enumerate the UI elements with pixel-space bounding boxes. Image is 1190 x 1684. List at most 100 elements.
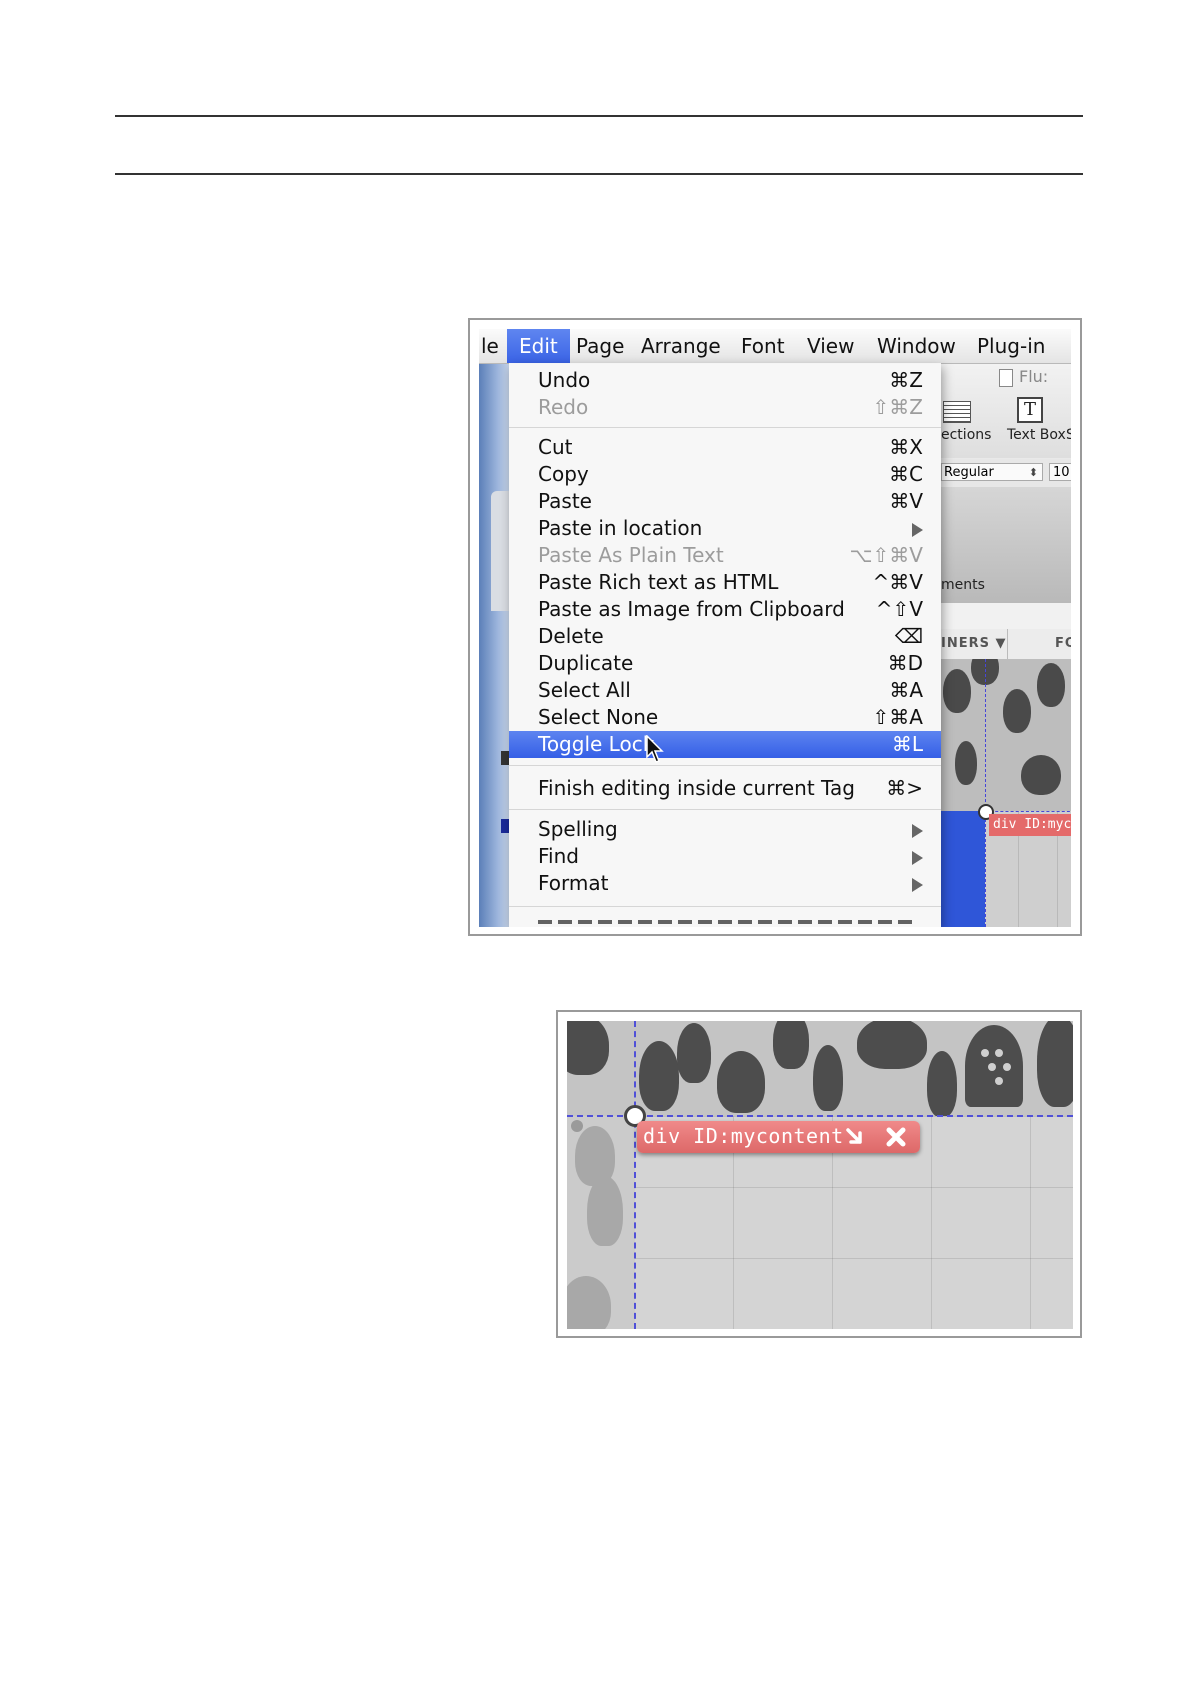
menu-plug-in[interactable]: Plug-in <box>977 333 1045 361</box>
menu-item-redo[interactable]: Redo ⇧⌘Z <box>509 394 941 421</box>
guide-vertical <box>985 659 986 927</box>
menu-item-shortcut: ⌘D <box>887 651 923 675</box>
menu-item-label: Format <box>538 871 609 895</box>
menu-item-paste[interactable]: Paste ⌘V <box>509 488 941 515</box>
text-box-icon[interactable]: T <box>1017 397 1043 423</box>
damask-pattern <box>941 659 1071 811</box>
menu-item-shortcut: ⌘C <box>889 462 923 486</box>
menu-separator <box>509 427 941 428</box>
pattern-leaf <box>1003 689 1031 733</box>
sections-button-label[interactable]: ections <box>941 427 991 443</box>
menu-font[interactable]: Font <box>741 333 785 361</box>
menu-item-format[interactable]: Format <box>509 870 941 897</box>
menu-page[interactable]: Page <box>576 333 624 361</box>
menu-item-label: Undo <box>538 368 591 392</box>
elements-label: ments <box>941 577 985 593</box>
menu-separator <box>509 765 941 766</box>
menu-separator <box>509 906 941 907</box>
menu-item-label: Select None <box>538 705 659 729</box>
edit-menu-dropdown: Undo ⌘Z Redo ⇧⌘Z Cut ⌘X Copy ⌘C Paste ⌘V… <box>509 363 941 927</box>
left-strip-mark <box>501 751 509 765</box>
submenu-arrow-icon <box>912 816 923 843</box>
screenshot-viewport: div ID:mycontent <box>567 1021 1073 1329</box>
menu-item-label: Spelling <box>538 817 618 841</box>
mouse-pointer-icon <box>646 735 664 763</box>
menu-item-shortcut: ⇧⌘Z <box>872 395 923 419</box>
menu-edit[interactable]: Edit <box>507 329 570 363</box>
pattern-leaf <box>567 1276 611 1329</box>
submenu-arrow-icon <box>912 843 923 870</box>
toolbar-extra-label[interactable]: S <box>1066 427 1071 443</box>
font-style-select[interactable]: Regular ⬍ <box>941 463 1043 481</box>
menu-item-shortcut: ⌘> <box>886 776 923 800</box>
pattern-leaf <box>813 1045 843 1111</box>
guide-horizontal <box>985 811 1071 812</box>
delete-key-icon: ⌫ <box>894 624 923 648</box>
menu-item-delete[interactable]: Delete ⌫ <box>509 623 941 650</box>
menu-item-paste-in-location[interactable]: Paste in location <box>509 515 941 542</box>
menu-item-toggle-lock[interactable]: Toggle Lock ⌘L <box>509 731 941 758</box>
pattern-leaf <box>927 1051 957 1116</box>
screenshot-viewport: Flu: T ections Text Box S Regular ⬍ 10 m… <box>479 329 1071 927</box>
close-x-icon[interactable] <box>885 1126 907 1148</box>
menu-item-label: Toggle Lock <box>538 732 655 756</box>
div-tag-label[interactable]: div ID:myco <box>989 814 1071 836</box>
menu-item-paste-as-image[interactable]: Paste as Image from Clipboard ^⇧V <box>509 596 941 623</box>
menu-item-label: Paste Rich text as HTML <box>538 570 779 594</box>
menu-item-paste-as-plain-text[interactable]: Paste As Plain Text ⌥⇧⌘V <box>509 542 941 569</box>
menu-item-select-all[interactable]: Select All ⌘A <box>509 677 941 704</box>
pattern-dot <box>995 1077 1003 1085</box>
menu-item-shortcut: ⌥⇧⌘V <box>849 543 924 567</box>
menu-item-cut[interactable]: Cut ⌘X <box>509 434 941 461</box>
document-icon <box>999 369 1013 387</box>
menu-item-copy[interactable]: Copy ⌘C <box>509 461 941 488</box>
menu-item-paste-rich-text-as-html[interactable]: Paste Rich text as HTML ^⌘V <box>509 569 941 596</box>
menu-item-label: Paste as Image from Clipboard <box>538 597 845 621</box>
menu-arrange[interactable]: Arrange <box>641 333 721 361</box>
pattern-leaf <box>639 1041 679 1111</box>
menu-item-duplicate[interactable]: Duplicate ⌘D <box>509 650 941 677</box>
menu-item-find[interactable]: Find <box>509 843 941 870</box>
sections-icon[interactable] <box>943 401 971 423</box>
damask-pattern-header <box>567 1021 1073 1116</box>
damask-pattern-side <box>567 1116 635 1329</box>
pattern-leaf <box>717 1051 765 1113</box>
pattern-dot <box>995 1049 1003 1057</box>
menu-item-shortcut: ⌘Z <box>889 368 923 392</box>
menu-file[interactable]: le <box>481 333 499 361</box>
pattern-leaf <box>773 1021 809 1069</box>
app-toolbar: Flu: T ections Text Box S <box>941 363 1071 458</box>
pattern-leaf <box>857 1021 927 1069</box>
elements-panel: ments <box>941 487 1071 603</box>
menu-view[interactable]: View <box>807 333 854 361</box>
menu-item-select-none[interactable]: Select None ⇧⌘A <box>509 704 941 731</box>
column-header-containers[interactable]: INERS ▼ <box>941 636 1007 651</box>
left-strip-mark-blue <box>501 819 509 833</box>
menu-separator <box>509 809 941 810</box>
menu-window[interactable]: Window <box>877 333 956 361</box>
menu-item-spelling[interactable]: Spelling <box>509 816 941 843</box>
menu-bar: le Edit Page Arrange Font View Window Pl… <box>479 329 1071 364</box>
column-header-fo[interactable]: FO <box>1055 636 1071 651</box>
menu-item-label: Cut <box>538 435 573 459</box>
pattern-leaf <box>1037 1021 1073 1107</box>
font-bar: Regular ⬍ 10 <box>941 459 1071 488</box>
font-size-field[interactable]: 10 <box>1049 463 1071 481</box>
guide-vertical <box>634 1021 636 1329</box>
div-tag-badge[interactable]: div ID:mycontent <box>637 1121 920 1153</box>
submenu-arrow-icon <box>912 515 923 542</box>
pattern-leaf <box>587 1176 623 1246</box>
menu-item-label: Delete <box>538 624 604 648</box>
arrow-down-right-icon[interactable] <box>845 1127 865 1147</box>
menu-item-shortcut: ⌘A <box>889 678 923 702</box>
menu-item-shortcut: ^⌘V <box>872 570 923 594</box>
menu-item-shortcut: ⌘V <box>889 489 923 513</box>
pattern-dot <box>981 1049 989 1057</box>
menu-item-finish-editing[interactable]: Finish editing inside current Tag ⌘> <box>509 775 941 802</box>
div-tag-label: div ID:mycontent <box>643 1124 844 1148</box>
design-canvas[interactable]: div ID:myco <box>941 659 1071 927</box>
text-box-button-label[interactable]: Text Box <box>1007 427 1066 443</box>
menu-item-undo[interactable]: Undo ⌘Z <box>509 367 941 394</box>
menu-item-label: Paste <box>538 489 592 513</box>
column-divider <box>1007 629 1008 659</box>
